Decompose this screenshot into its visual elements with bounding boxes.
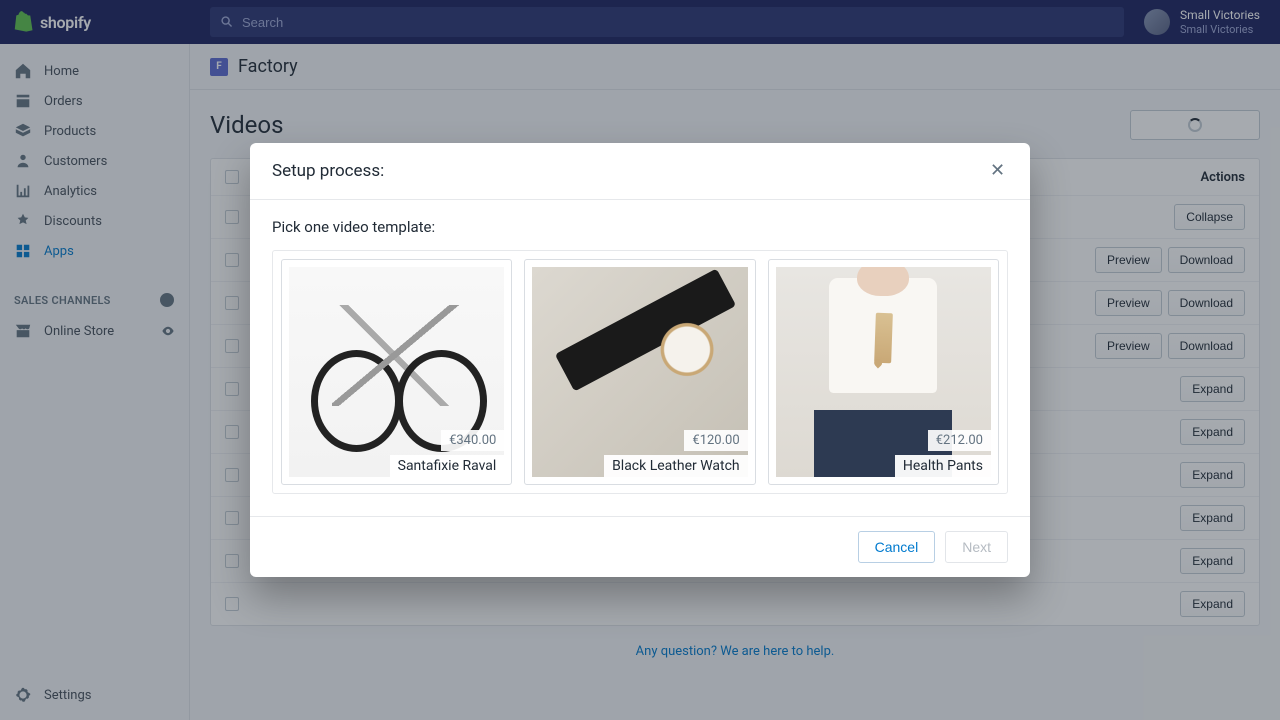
template-card-model[interactable]: €212.00 Health Pants	[768, 259, 999, 485]
modal-title: Setup process:	[272, 161, 384, 181]
template-card-watch[interactable]: €120.00 Black Leather Watch	[524, 259, 755, 485]
modal-overlay: Setup process: ✕ Pick one video template…	[0, 0, 1280, 720]
template-card-bike[interactable]: €340.00 Santafixie Raval	[281, 259, 512, 485]
template-name: Santafixie Raval	[390, 455, 505, 477]
close-icon[interactable]: ✕	[990, 162, 1008, 180]
modal-subtitle: Pick one video template:	[272, 218, 1008, 236]
template-price: €120.00	[684, 430, 747, 451]
template-name: Black Leather Watch	[604, 455, 748, 477]
next-button[interactable]: Next	[945, 531, 1008, 563]
template-price: €212.00	[928, 430, 991, 451]
modal-footer: Cancel Next	[250, 516, 1030, 577]
template-price: €340.00	[441, 430, 504, 451]
setup-modal: Setup process: ✕ Pick one video template…	[250, 143, 1030, 577]
modal-header: Setup process: ✕	[250, 143, 1030, 200]
template-name: Health Pants	[895, 455, 991, 477]
template-list: €340.00 Santafixie Raval €120.00 Black Leat…	[272, 250, 1008, 494]
cancel-button[interactable]: Cancel	[858, 531, 936, 563]
